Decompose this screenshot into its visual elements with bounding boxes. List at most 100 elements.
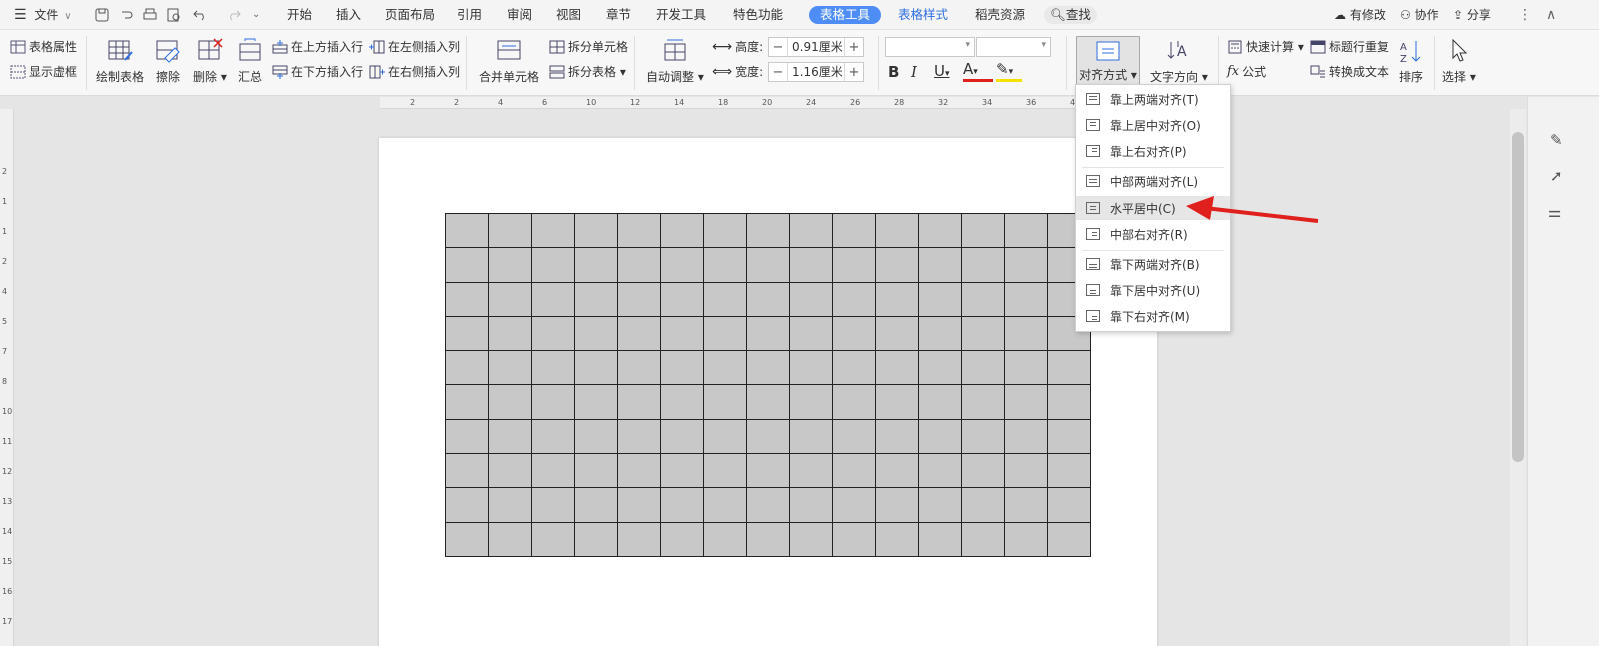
share-button[interactable]: ⇪ 分享 [1453,0,1491,30]
table-cell[interactable] [446,385,489,420]
font-color-icon[interactable]: A▾ [963,62,993,82]
table-cell[interactable] [446,419,489,455]
table-cell[interactable] [618,488,661,523]
width-decrease-button[interactable]: − [769,65,787,80]
table-cell[interactable] [446,454,489,489]
table-cell[interactable] [1005,419,1048,455]
table-cell[interactable] [876,454,919,489]
table-cell[interactable] [747,214,790,249]
table-cell[interactable] [747,454,790,489]
table-cell[interactable] [489,522,532,557]
customize-icon[interactable]: ⌄ [252,7,268,23]
print-preview-icon[interactable] [166,7,182,23]
collaborate-button[interactable]: ⚇ 协作 [1400,0,1439,30]
table-cell[interactable] [962,214,1005,249]
tab-chapter[interactable]: 章节 [606,6,631,24]
table-cell[interactable] [489,282,532,317]
table-cell[interactable] [790,419,833,455]
align-top-center[interactable]: 靠上居中对齐(O) [1076,113,1230,137]
table-cell[interactable] [1005,282,1048,317]
table-cell[interactable] [489,488,532,523]
undo-icon[interactable] [192,7,208,23]
tab-insert[interactable]: 插入 [336,6,361,24]
table-cell[interactable] [489,385,532,420]
table-cell[interactable] [575,419,618,455]
table-cell[interactable] [618,351,661,386]
table-cell[interactable] [618,248,661,283]
convert-to-text-button[interactable]: 转换成文本 [1310,62,1389,82]
table-cell[interactable] [489,214,532,249]
table-cell[interactable] [1005,214,1048,249]
underline-icon[interactable]: U▾ [934,61,960,84]
table-cell[interactable] [618,282,661,317]
align-bottom-justify[interactable]: 靠下两端对齐(B) [1076,252,1230,276]
col-width-stepper[interactable]: − 1.16厘米 + [768,62,864,82]
table-cell[interactable] [747,351,790,386]
quick-calc-button[interactable]: 快速计算 ▾ [1227,37,1304,57]
modified-status[interactable]: ☁ 有修改 [1334,0,1386,30]
table-cell[interactable] [446,351,489,386]
table-cell[interactable] [962,419,1005,455]
table-cell[interactable] [919,214,962,249]
table-cell[interactable] [790,454,833,489]
table-cell[interactable] [532,385,575,420]
table-cell[interactable] [962,351,1005,386]
table-cell[interactable] [790,316,833,352]
align-top-justify[interactable]: 靠上两端对齐(T) [1076,87,1230,111]
table-cell[interactable] [1048,488,1091,523]
table-cell[interactable] [962,385,1005,420]
highlight-icon[interactable]: ✎▾ [996,62,1022,82]
horizontal-ruler[interactable]: 2246101214182024262832343640 [380,97,1140,109]
table-cell[interactable] [532,419,575,455]
document-table[interactable] [445,213,1091,557]
tab-view[interactable]: 视图 [556,6,581,24]
table-cell[interactable] [618,316,661,352]
table-cell[interactable] [489,248,532,283]
table-cell[interactable] [833,282,876,317]
table-cell[interactable] [661,419,704,455]
table-cell[interactable] [1048,522,1091,557]
table-cell[interactable] [704,488,747,523]
table-cell[interactable] [876,385,919,420]
height-decrease-button[interactable]: − [769,40,787,55]
table-cell[interactable] [575,248,618,283]
table-cell[interactable] [661,454,704,489]
tab-review[interactable]: 审阅 [507,6,532,24]
erase-button[interactable]: 擦除 [155,38,181,85]
height-increase-button[interactable]: + [845,40,863,55]
table-cell[interactable] [704,522,747,557]
table-cell[interactable] [876,316,919,352]
table-cell[interactable] [575,351,618,386]
table-cell[interactable] [1005,454,1048,489]
tab-page-layout[interactable]: 页面布局 [385,6,435,24]
insert-col-left-button[interactable]: 在左侧插入列 [369,37,460,57]
table-cell[interactable] [532,522,575,557]
table-cell[interactable] [876,214,919,249]
table-cell[interactable] [489,316,532,352]
table-cell[interactable] [532,316,575,352]
table-cell[interactable] [790,385,833,420]
table-cell[interactable] [833,316,876,352]
tab-special[interactable]: 特色功能 [733,6,783,24]
settings-sliders-icon[interactable]: ⚌ [1548,203,1561,221]
table-cell[interactable] [661,282,704,317]
table-cell[interactable] [1048,351,1091,386]
alignment-button[interactable]: 对齐方式 ▾ [1076,36,1140,86]
italic-icon[interactable]: I [911,62,931,82]
scrollbar-thumb[interactable] [1512,132,1524,462]
table-cell[interactable] [575,214,618,249]
formula-button[interactable]: fx 公式 [1227,62,1266,82]
table-cell[interactable] [1005,522,1048,557]
table-cell[interactable] [575,316,618,352]
table-cell[interactable] [704,385,747,420]
redo-icon[interactable] [226,7,242,23]
table-cell[interactable] [790,351,833,386]
table-cell[interactable] [1048,419,1091,455]
table-cell[interactable] [876,522,919,557]
table-cell[interactable] [919,385,962,420]
table-cell[interactable] [446,522,489,557]
table-cell[interactable] [661,351,704,386]
table-cell[interactable] [919,316,962,352]
table-cell[interactable] [1048,454,1091,489]
table-cell[interactable] [446,316,489,352]
